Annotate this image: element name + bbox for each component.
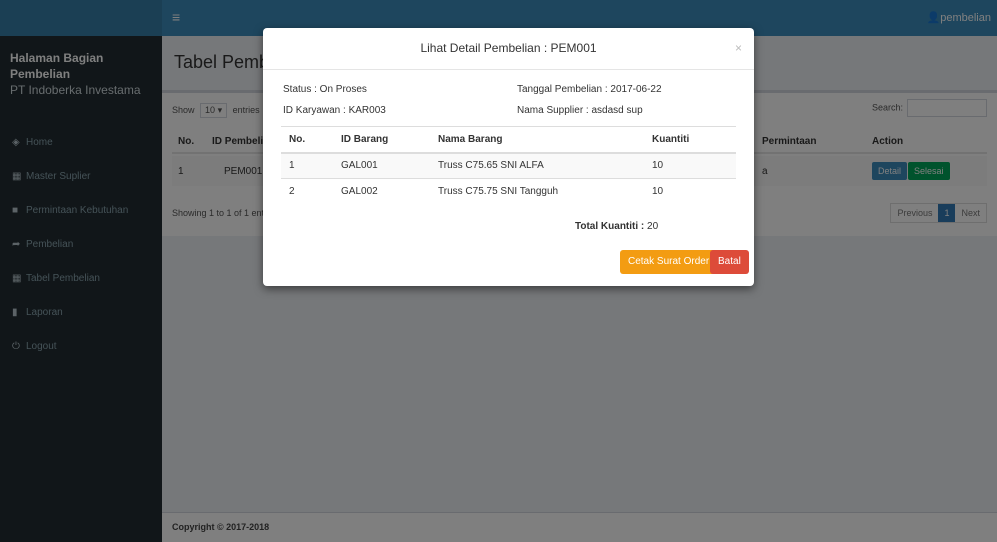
- column-header-id-barang: ID Barang: [333, 126, 430, 154]
- tanggal-text: Tanggal Pembelian : 2017-06-22: [517, 84, 662, 95]
- supplier-text: Nama Supplier : asdasd sup: [517, 105, 643, 116]
- karyawan-text: ID Karyawan : KAR003: [283, 105, 386, 116]
- close-icon[interactable]: ×: [735, 28, 742, 68]
- column-header-no: No.: [281, 126, 333, 154]
- detail-table: No. ID Barang Nama Barang Kuantiti 1 GAL…: [281, 126, 736, 205]
- detail-table-header: No. ID Barang Nama Barang Kuantiti: [281, 126, 736, 154]
- cell-id-barang: GAL002: [333, 178, 430, 205]
- cell-kuantiti: 10: [644, 178, 736, 205]
- cell-id-barang: GAL001: [333, 152, 430, 179]
- total-label: Total Kuantiti :: [575, 221, 645, 232]
- status-text: Status : On Proses: [283, 84, 367, 95]
- column-header-nama-barang: Nama Barang: [430, 126, 644, 154]
- total-kuantiti: Total Kuantiti : 20: [575, 221, 658, 232]
- cell-nama-barang: Truss C75.75 SNI Tangguh: [430, 178, 644, 205]
- total-value: 20: [647, 221, 659, 232]
- modal-header: Lihat Detail Pembelian : PEM001 ×: [263, 28, 754, 70]
- cell-nama-barang: Truss C75.65 SNI ALFA: [430, 152, 644, 179]
- detail-modal: Lihat Detail Pembelian : PEM001 × Status…: [263, 28, 754, 286]
- cetak-surat-order-button[interactable]: Cetak Surat Order: [620, 250, 718, 274]
- batal-button[interactable]: Batal: [710, 250, 749, 274]
- cell-no: 2: [281, 178, 333, 205]
- cell-no: 1: [281, 152, 333, 179]
- cell-kuantiti: 10: [644, 152, 736, 179]
- table-row: 1 GAL001 Truss C75.65 SNI ALFA 10: [281, 152, 736, 179]
- modal-title: Lihat Detail Pembelian : PEM001: [420, 41, 597, 55]
- column-header-kuantiti: Kuantiti: [644, 126, 736, 154]
- table-row: 2 GAL002 Truss C75.75 SNI Tangguh 10: [281, 178, 736, 205]
